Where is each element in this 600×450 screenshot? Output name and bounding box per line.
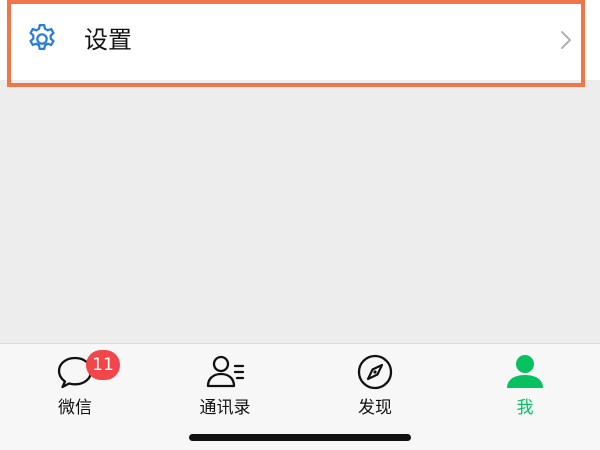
tab-label-discover: 发现	[358, 398, 392, 418]
chevron-right-icon	[561, 31, 571, 49]
contacts-icon	[206, 355, 245, 388]
tab-contacts[interactable]: 通讯录	[150, 344, 300, 434]
tab-label-contacts: 通讯录	[199, 398, 251, 418]
settings-row[interactable]: 设置	[0, 0, 600, 80]
tab-weixin[interactable]: 11 微信	[0, 344, 150, 434]
settings-label: 设置	[84, 26, 132, 54]
tab-label-me: 我	[516, 398, 534, 418]
compass-icon	[357, 354, 393, 390]
home-indicator	[189, 434, 411, 441]
unread-badge: 11	[86, 350, 120, 380]
tab-label-weixin: 微信	[58, 398, 92, 418]
tab-discover[interactable]: 发现	[300, 344, 450, 434]
tab-me[interactable]: 我	[450, 344, 600, 434]
gear-icon	[29, 23, 55, 51]
person-icon	[507, 355, 543, 388]
